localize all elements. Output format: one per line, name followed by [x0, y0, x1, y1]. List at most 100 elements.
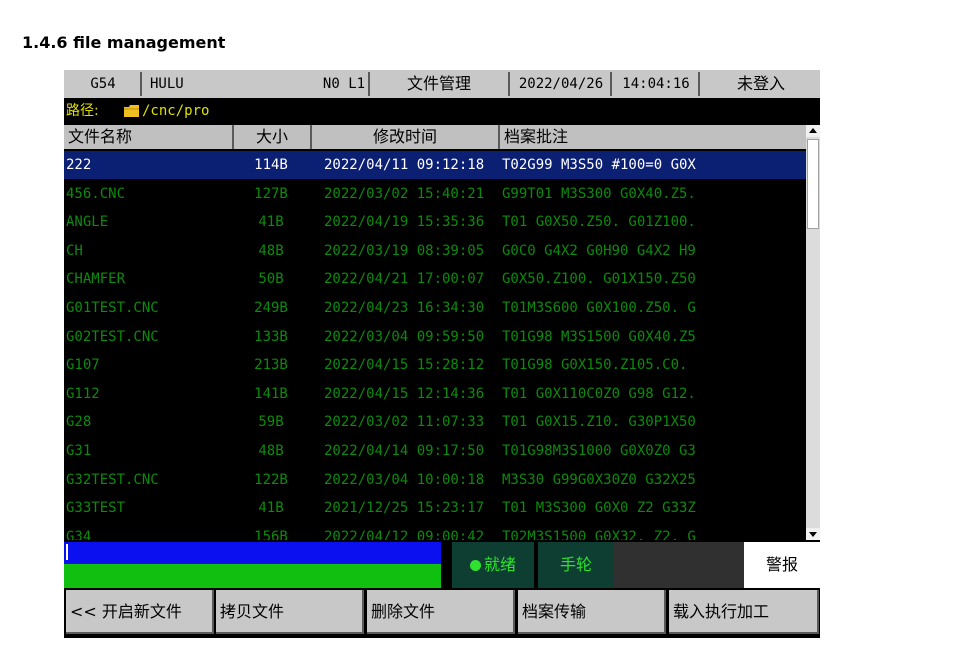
ready-indicator: 就绪 — [452, 542, 534, 588]
file-note-cell: T01 M3S300 G0X0 Z2 G33Z — [502, 500, 696, 517]
delete-file-button[interactable]: 删除文件 — [367, 590, 515, 634]
file-row[interactable]: G107 213B 2022/04/15 15:28:12 T01G98 G0X150… — [64, 351, 806, 379]
file-modified-cell: 2022/03/04 10:00:18 — [324, 471, 485, 488]
file-name-cell: ANGLE — [66, 214, 109, 231]
file-size-cell: 133B — [254, 328, 288, 345]
file-size-cell: 127B — [254, 185, 288, 202]
file-note-cell: G99T01 M3S300 G0X40.Z5. — [502, 185, 696, 202]
file-row[interactable]: G112 141B 2022/04/15 12:14:36 T01 G0X110C0Z… — [64, 380, 806, 408]
copy-file-button[interactable]: 拷贝文件 — [216, 590, 364, 634]
file-row[interactable]: G31 48B 2022/04/14 09:17:50 T01G98M3S1000 G… — [64, 437, 806, 465]
file-row[interactable]: CHAMFER 50B 2022/04/21 17:00:07 G0X50.Z100.… — [64, 265, 806, 293]
path-value: /cnc/pro — [142, 103, 210, 119]
program-line: N0 L1 — [320, 72, 370, 96]
column-header-note[interactable]: 档案批注 — [500, 125, 806, 149]
status-dot-icon — [469, 560, 481, 571]
file-row[interactable]: G33TEST 41B 2021/12/25 15:23:17 T01 M3S300 … — [64, 494, 806, 522]
login-status[interactable]: 未登入 — [702, 72, 820, 96]
file-row[interactable]: G01TEST.CNC 249B 2022/04/23 16:34:30 T01M3S… — [64, 294, 806, 322]
status-panel-blank — [614, 542, 744, 588]
vertical-scrollbar[interactable] — [806, 125, 820, 540]
file-name-cell: G34 — [66, 528, 92, 540]
date-display: 2022/04/26 — [512, 72, 612, 96]
file-size-cell: 48B — [258, 443, 284, 459]
file-size-cell: 114B — [254, 157, 288, 173]
file-row[interactable]: 456.CNC 127B 2022/03/02 15:40:21 G99T01 M3S… — [64, 180, 806, 208]
file-name-cell: G32TEST.CNC — [66, 471, 159, 488]
file-modified-cell: 2022/04/12 09:00:42 — [324, 528, 485, 540]
mode-indicator: 手轮 — [538, 542, 614, 588]
cnc-screen: G54 HULU N0 L1 文件管理 2022/04/26 14:04:16 … — [64, 70, 820, 638]
file-size-cell: 50B — [258, 271, 284, 288]
file-note-cell: T01 G0X15.Z10. G30P1X50 — [502, 414, 696, 431]
file-table-header: 文件名称 大小 修改时间 档案批注 — [64, 125, 806, 149]
file-row[interactable]: 222 114B 2022/04/11 09:12:18 T02G99 M3S50 #… — [64, 151, 806, 179]
file-note-cell: T01G98M3S1000 G0X0Z0 G3 — [502, 443, 696, 459]
file-row[interactable]: G28 59B 2022/03/02 11:07:33 T01 G0X15.Z10. … — [64, 408, 806, 436]
ready-label: 就绪 — [483, 555, 516, 574]
file-list: 222 114B 2022/04/11 09:12:18 T02G99 M3S50 #… — [64, 151, 806, 540]
file-modified-cell: 2022/04/14 09:17:50 — [324, 443, 485, 459]
file-modified-cell: 2022/04/23 16:34:30 — [324, 300, 485, 316]
file-note-cell: T01G98 G0X150.Z105.C0. — [502, 357, 688, 374]
column-header-name[interactable]: 文件名称 — [66, 125, 234, 149]
file-name-cell: G33TEST — [66, 500, 126, 517]
file-size-cell: 156B — [254, 528, 288, 540]
scroll-thumb[interactable] — [807, 139, 819, 229]
path-label: 路径: — [66, 103, 99, 119]
file-row[interactable]: G34 156B 2022/04/12 09:00:42 T02M3S1500 G0X… — [64, 523, 806, 540]
file-note-cell: T01 G0X110C0Z0 G98 G12. — [502, 385, 696, 402]
file-note-cell: T01M3S600 G0X100.Z50. G — [502, 300, 696, 316]
file-size-cell: 48B — [258, 242, 284, 259]
file-modified-cell: 2022/04/21 17:00:07 — [324, 271, 485, 288]
file-modified-cell: 2022/04/15 12:14:36 — [324, 385, 485, 402]
file-size-cell: 122B — [254, 471, 288, 488]
column-header-size[interactable]: 大小 — [234, 125, 312, 149]
file-modified-cell: 2022/04/11 09:12:18 — [324, 157, 485, 173]
scroll-up-button[interactable] — [806, 125, 820, 137]
file-size-cell: 213B — [254, 357, 288, 374]
file-note-cell: T01G98 M3S1500 G0X40.Z5 — [502, 328, 696, 345]
text-cursor — [66, 544, 68, 560]
file-row[interactable]: ANGLE 41B 2022/04/19 15:35:36 T01 G0X50.Z50… — [64, 208, 806, 236]
file-size-cell: 249B — [254, 300, 288, 316]
file-modified-cell: 2022/04/19 15:35:36 — [324, 214, 485, 231]
file-name-cell: CHAMFER — [66, 271, 126, 288]
file-note-cell: T01 G0X50.Z50. G01Z100. — [502, 214, 696, 231]
screen-title: 文件管理 — [370, 72, 510, 96]
command-input[interactable] — [64, 542, 441, 564]
file-name-cell: 456.CNC — [66, 185, 126, 202]
folder-icon — [124, 105, 139, 117]
file-transfer-button[interactable]: 档案传输 — [518, 590, 666, 634]
file-note-cell: M3S30 G99G0X30Z0 G32X25 — [502, 471, 696, 488]
file-row[interactable]: G02TEST.CNC 133B 2022/03/04 09:59:50 T01G98… — [64, 323, 806, 351]
file-name-cell: CH — [66, 242, 83, 259]
file-name-cell: G112 — [66, 385, 100, 402]
file-modified-cell: 2022/03/02 11:07:33 — [324, 414, 485, 431]
file-modified-cell: 2022/04/15 15:28:12 — [324, 357, 485, 374]
file-note-cell: G0X50.Z100. G01X150.Z50 — [502, 271, 696, 288]
file-name-cell: G107 — [66, 357, 100, 374]
file-name-cell: 222 — [66, 157, 92, 173]
arrow-down-icon — [809, 532, 817, 537]
column-header-modified[interactable]: 修改时间 — [312, 125, 500, 149]
document-heading: 1.4.6 file management — [22, 33, 226, 52]
file-size-cell: 41B — [258, 500, 284, 517]
arrow-up-icon — [809, 128, 817, 133]
file-note-cell: G0C0 G4X2 G0H90 G4X2 H9 — [502, 242, 696, 259]
open-new-file-button[interactable]: << 开启新文件 — [66, 590, 214, 634]
program-name: HULU — [150, 76, 184, 92]
status-bar: G54 HULU N0 L1 文件管理 2022/04/26 14:04:16 … — [64, 70, 820, 98]
file-note-cell: T02G99 M3S50 #100=0 G0X — [502, 157, 696, 173]
file-name-cell: G31 — [66, 443, 92, 459]
file-size-cell: 141B — [254, 385, 288, 402]
load-and-run-button[interactable]: 载入执行加工 — [669, 590, 819, 634]
scroll-down-button[interactable] — [806, 528, 820, 540]
file-row[interactable]: G32TEST.CNC 122B 2022/03/04 10:00:18 M3S30 … — [64, 466, 806, 494]
alarm-indicator[interactable]: 警报 — [744, 542, 820, 588]
coordinate-system: G54 — [66, 72, 142, 96]
time-display: 14:04:16 — [614, 72, 700, 96]
file-row[interactable]: CH 48B 2022/03/19 08:39:05 G0C0 G4X2 G0H90 … — [64, 237, 806, 265]
file-modified-cell: 2022/03/02 15:40:21 — [324, 185, 485, 202]
progress-bar — [64, 564, 441, 588]
